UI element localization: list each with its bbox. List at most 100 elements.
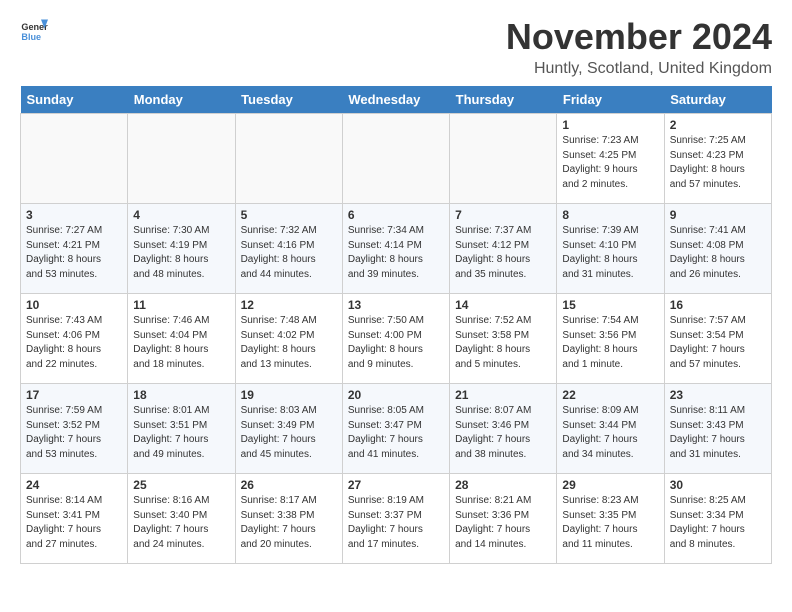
col-thursday: Thursday	[450, 86, 557, 114]
day-info: Sunrise: 8:14 AM Sunset: 3:41 PM Dayligh…	[26, 494, 122, 552]
day-number: 11	[133, 298, 229, 312]
day-info: Sunrise: 8:09 AM Sunset: 3:44 PM Dayligh…	[562, 404, 658, 462]
day-cell: 18 Sunrise: 8:01 AM Sunset: 3:51 PM Dayli…	[128, 384, 235, 474]
day-cell	[21, 114, 128, 204]
day-info: Sunrise: 8:25 AM Sunset: 3:34 PM Dayligh…	[670, 494, 766, 552]
day-info: Sunrise: 7:54 AM Sunset: 3:56 PM Dayligh…	[562, 314, 658, 372]
day-cell: 23 Sunrise: 8:11 AM Sunset: 3:43 PM Dayli…	[664, 384, 771, 474]
week-row-2: 10 Sunrise: 7:43 AM Sunset: 4:06 PM Dayli…	[21, 294, 772, 384]
day-info: Sunrise: 8:23 AM Sunset: 3:35 PM Dayligh…	[562, 494, 658, 552]
logo: General Blue	[20, 16, 48, 44]
month-title: November 2024	[506, 16, 772, 58]
day-number: 25	[133, 478, 229, 492]
day-cell: 29 Sunrise: 8:23 AM Sunset: 3:35 PM Dayli…	[557, 474, 664, 564]
col-saturday: Saturday	[664, 86, 771, 114]
calendar-table: Sunday Monday Tuesday Wednesday Thursday…	[20, 86, 772, 564]
day-number: 7	[455, 208, 551, 222]
week-row-3: 17Sunrise: 7:59 AM Sunset: 3:52 PM Dayli…	[21, 384, 772, 474]
day-info: Sunrise: 7:27 AM Sunset: 4:21 PM Dayligh…	[26, 224, 122, 282]
day-cell	[128, 114, 235, 204]
day-cell: 11 Sunrise: 7:46 AM Sunset: 4:04 PM Dayli…	[128, 294, 235, 384]
day-number: 20	[348, 388, 444, 402]
col-wednesday: Wednesday	[342, 86, 449, 114]
day-number: 17	[26, 388, 122, 402]
day-cell: 14Sunrise: 7:52 AM Sunset: 3:58 PM Dayli…	[450, 294, 557, 384]
col-sunday: Sunday	[21, 86, 128, 114]
day-number: 9	[670, 208, 766, 222]
week-row-0: 1Sunrise: 7:23 AM Sunset: 4:25 PM Daylig…	[21, 114, 772, 204]
day-number: 10	[26, 298, 122, 312]
day-cell: 15 Sunrise: 7:54 AM Sunset: 3:56 PM Dayli…	[557, 294, 664, 384]
day-cell: 2Sunrise: 7:25 AM Sunset: 4:23 PM Daylig…	[664, 114, 771, 204]
day-cell	[235, 114, 342, 204]
day-number: 29	[562, 478, 658, 492]
day-number: 28	[455, 478, 551, 492]
day-cell: 21Sunrise: 8:07 AM Sunset: 3:46 PM Dayli…	[450, 384, 557, 474]
col-friday: Friday	[557, 86, 664, 114]
day-cell: 22 Sunrise: 8:09 AM Sunset: 3:44 PM Dayli…	[557, 384, 664, 474]
week-row-1: 3 Sunrise: 7:27 AM Sunset: 4:21 PM Daylig…	[21, 204, 772, 294]
title-area: November 2024 Huntly, Scotland, United K…	[506, 16, 772, 78]
col-tuesday: Tuesday	[235, 86, 342, 114]
day-info: Sunrise: 7:46 AM Sunset: 4:04 PM Dayligh…	[133, 314, 229, 372]
day-info: Sunrise: 8:19 AM Sunset: 3:37 PM Dayligh…	[348, 494, 444, 552]
day-info: Sunrise: 7:41 AM Sunset: 4:08 PM Dayligh…	[670, 224, 766, 282]
day-cell: 4Sunrise: 7:30 AM Sunset: 4:19 PM Daylig…	[128, 204, 235, 294]
header-row: Sunday Monday Tuesday Wednesday Thursday…	[21, 86, 772, 114]
day-number: 27	[348, 478, 444, 492]
day-number: 30	[670, 478, 766, 492]
day-cell: 13 Sunrise: 7:50 AM Sunset: 4:00 PM Dayli…	[342, 294, 449, 384]
day-info: Sunrise: 7:25 AM Sunset: 4:23 PM Dayligh…	[670, 134, 766, 192]
day-number: 18	[133, 388, 229, 402]
day-info: Sunrise: 8:01 AM Sunset: 3:51 PM Dayligh…	[133, 404, 229, 462]
day-info: Sunrise: 7:48 AM Sunset: 4:02 PM Dayligh…	[241, 314, 337, 372]
day-cell: 16Sunrise: 7:57 AM Sunset: 3:54 PM Dayli…	[664, 294, 771, 384]
day-info: Sunrise: 8:11 AM Sunset: 3:43 PM Dayligh…	[670, 404, 766, 462]
day-cell: 1Sunrise: 7:23 AM Sunset: 4:25 PM Daylig…	[557, 114, 664, 204]
day-cell: 3 Sunrise: 7:27 AM Sunset: 4:21 PM Daylig…	[21, 204, 128, 294]
day-info: Sunrise: 8:03 AM Sunset: 3:49 PM Dayligh…	[241, 404, 337, 462]
svg-text:Blue: Blue	[21, 32, 41, 42]
day-cell: 24Sunrise: 8:14 AM Sunset: 3:41 PM Dayli…	[21, 474, 128, 564]
day-cell: 27 Sunrise: 8:19 AM Sunset: 3:37 PM Dayli…	[342, 474, 449, 564]
day-info: Sunrise: 7:57 AM Sunset: 3:54 PM Dayligh…	[670, 314, 766, 372]
day-number: 5	[241, 208, 337, 222]
day-info: Sunrise: 7:32 AM Sunset: 4:16 PM Dayligh…	[241, 224, 337, 282]
day-number: 26	[241, 478, 337, 492]
day-cell: 17Sunrise: 7:59 AM Sunset: 3:52 PM Dayli…	[21, 384, 128, 474]
day-cell: 12Sunrise: 7:48 AM Sunset: 4:02 PM Dayli…	[235, 294, 342, 384]
day-number: 14	[455, 298, 551, 312]
day-number: 1	[562, 118, 658, 132]
day-cell: 26 Sunrise: 8:17 AM Sunset: 3:38 PM Dayli…	[235, 474, 342, 564]
day-cell: 28Sunrise: 8:21 AM Sunset: 3:36 PM Dayli…	[450, 474, 557, 564]
day-cell: 8Sunrise: 7:39 AM Sunset: 4:10 PM Daylig…	[557, 204, 664, 294]
day-number: 8	[562, 208, 658, 222]
day-number: 23	[670, 388, 766, 402]
day-cell: 19 Sunrise: 8:03 AM Sunset: 3:49 PM Dayli…	[235, 384, 342, 474]
day-info: Sunrise: 8:05 AM Sunset: 3:47 PM Dayligh…	[348, 404, 444, 462]
day-info: Sunrise: 7:50 AM Sunset: 4:00 PM Dayligh…	[348, 314, 444, 372]
day-cell: 6 Sunrise: 7:34 AM Sunset: 4:14 PM Daylig…	[342, 204, 449, 294]
day-cell: 30 Sunrise: 8:25 AM Sunset: 3:34 PM Dayli…	[664, 474, 771, 564]
day-cell: 9 Sunrise: 7:41 AM Sunset: 4:08 PM Daylig…	[664, 204, 771, 294]
day-info: Sunrise: 7:37 AM Sunset: 4:12 PM Dayligh…	[455, 224, 551, 282]
day-number: 19	[241, 388, 337, 402]
day-info: Sunrise: 8:16 AM Sunset: 3:40 PM Dayligh…	[133, 494, 229, 552]
day-cell	[450, 114, 557, 204]
day-number: 22	[562, 388, 658, 402]
logo-icon: General Blue	[20, 16, 48, 44]
day-info: Sunrise: 8:17 AM Sunset: 3:38 PM Dayligh…	[241, 494, 337, 552]
day-number: 21	[455, 388, 551, 402]
day-number: 3	[26, 208, 122, 222]
day-cell: 20 Sunrise: 8:05 AM Sunset: 3:47 PM Dayli…	[342, 384, 449, 474]
day-number: 13	[348, 298, 444, 312]
day-info: Sunrise: 7:43 AM Sunset: 4:06 PM Dayligh…	[26, 314, 122, 372]
day-number: 15	[562, 298, 658, 312]
day-cell: 10 Sunrise: 7:43 AM Sunset: 4:06 PM Dayli…	[21, 294, 128, 384]
week-row-4: 24Sunrise: 8:14 AM Sunset: 3:41 PM Dayli…	[21, 474, 772, 564]
day-info: Sunrise: 7:34 AM Sunset: 4:14 PM Dayligh…	[348, 224, 444, 282]
day-number: 4	[133, 208, 229, 222]
header: General Blue November 2024 Huntly, Scotl…	[20, 16, 772, 78]
day-cell: 25 Sunrise: 8:16 AM Sunset: 3:40 PM Dayli…	[128, 474, 235, 564]
day-number: 6	[348, 208, 444, 222]
